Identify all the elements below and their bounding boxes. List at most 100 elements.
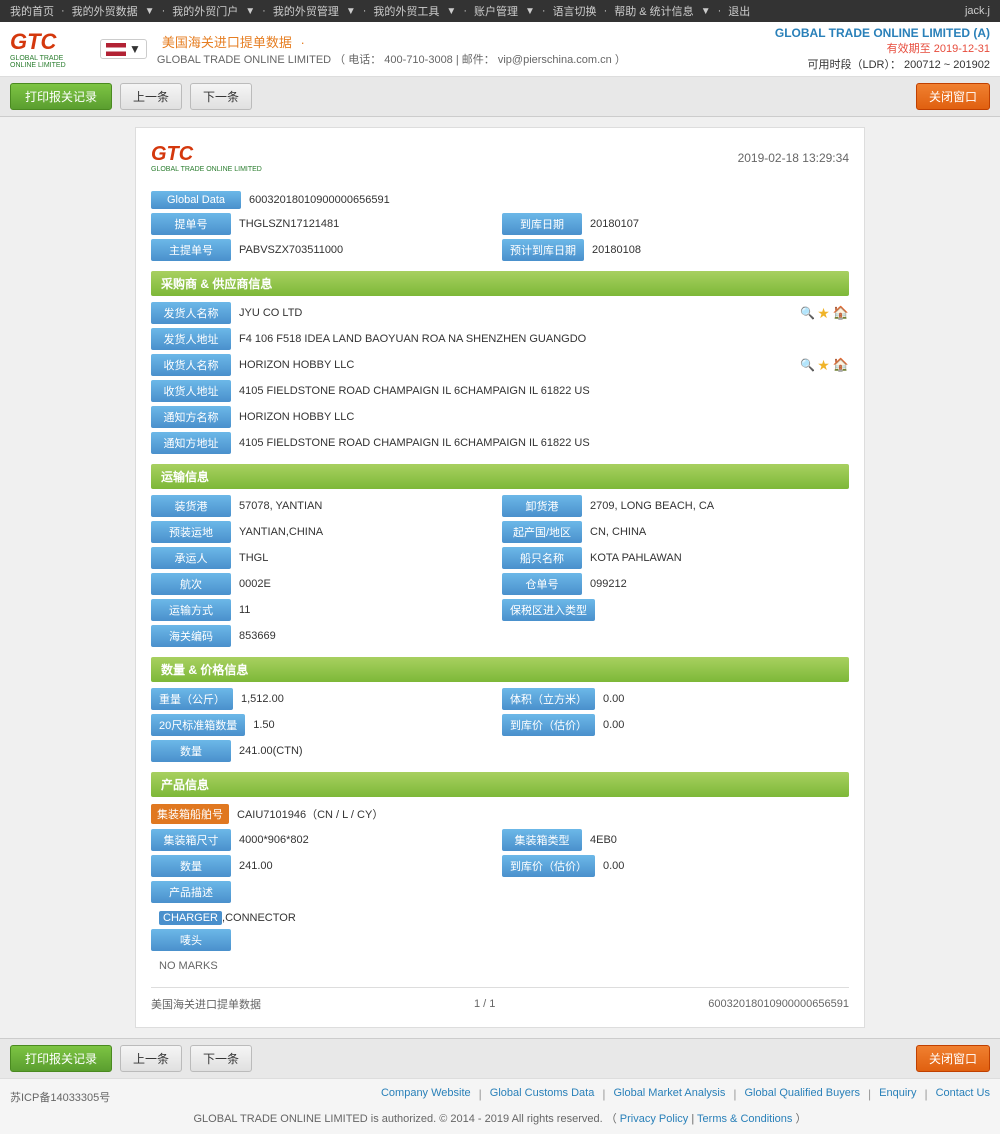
nav-trade-mgmt[interactable]: 我的外贸管理 — [273, 3, 339, 19]
master-bill-value: PABVSZX703511000 — [231, 241, 498, 259]
quantity-value: 241.00(CTN) — [231, 742, 849, 760]
footer-company-website[interactable]: Company Website — [381, 1087, 471, 1101]
language-selector[interactable]: ▼ — [100, 39, 147, 59]
ftz-label: 保税区进入类型 — [502, 599, 595, 621]
shipper-addr-value: F4 106 F518 IDEA LAND BAOYUAN ROA NA SHE… — [231, 330, 849, 348]
container-size-field: 集装箱尺寸 4000*906*802 — [151, 829, 498, 851]
bill-count-label: 仓单号 — [502, 573, 582, 595]
close-button[interactable]: 关闭窗口 — [916, 83, 990, 110]
bill-no-label: 提单号 — [151, 213, 231, 235]
bottom-next-button[interactable]: 下一条 — [190, 1045, 252, 1072]
consignee-search-icon[interactable]: 🔍 — [800, 358, 814, 372]
quantity-price-section: 数量 & 价格信息 重量（公斤） 1,512.00 体积（立方米） 0.00 2… — [151, 657, 849, 762]
bill-count-field: 仓单号 099212 — [502, 573, 849, 595]
nav-trade-data[interactable]: 我的外贸数据 — [72, 3, 138, 19]
product-quantity-value: 241.00 — [231, 857, 498, 875]
loading-place-value: YANTIAN,CHINA — [231, 523, 498, 541]
master-bill-label: 主提单号 — [151, 239, 231, 261]
marks-row: 唛头 — [151, 929, 849, 951]
arrival-date-value: 20180107 — [582, 215, 849, 233]
product-highlight-text: CHARGER — [159, 911, 222, 925]
prev-button[interactable]: 上一条 — [120, 83, 182, 110]
container20-label: 20尺标准箱数量 — [151, 714, 245, 736]
card-header: GTC GLOBAL TRADE ONLINE LIMITED 2019-02-… — [151, 143, 849, 181]
bill-count-value: 099212 — [582, 575, 849, 593]
container-type-field: 集装箱类型 4EB0 — [502, 829, 849, 851]
marks-label: 唛头 — [151, 929, 231, 951]
card-footer: 美国海关进口提单数据 1 / 1 60032018010900000656591 — [151, 987, 849, 1012]
nav-home[interactable]: 我的首页 — [10, 3, 54, 19]
nav-trade-portal-arrow: ▼ — [245, 6, 255, 17]
unloading-port-label: 卸货港 — [502, 495, 582, 517]
volume-field: 体积（立方米） 0.00 — [502, 688, 849, 710]
nav-account-arrow: ▼ — [525, 6, 535, 17]
product-price-field: 到库价（估价） 0.00 — [502, 855, 849, 877]
card-logo-sub: GLOBAL TRADE ONLINE LIMITED — [151, 166, 262, 173]
footer-customs-data[interactable]: Global Customs Data — [490, 1087, 595, 1101]
star-icon[interactable]: ★ — [817, 305, 830, 322]
user-name[interactable]: jack.j — [965, 5, 990, 17]
product-price-value: 0.00 — [595, 857, 849, 875]
nav-language[interactable]: 语言切换 — [553, 3, 597, 19]
product-section: 产品信息 集装箱船舶号 CAIU7101946（CN / L / CY） 集装箱… — [151, 772, 849, 977]
nav-account[interactable]: 账户管理 — [474, 3, 518, 19]
header-left-section: GTC GLOBAL TRADE ONLINE LIMITED ▼ 美国海关进口… — [10, 29, 626, 69]
container-price-row: 20尺标准箱数量 1.50 到库价（估价） 0.00 — [151, 714, 849, 736]
origin-label: 起产国/地区 — [502, 521, 582, 543]
main-content: GTC GLOBAL TRADE ONLINE LIMITED 2019-02-… — [0, 117, 1000, 1038]
nav-trade-tools[interactable]: 我的外贸工具 — [373, 3, 439, 19]
notify-name-value: HORIZON HOBBY LLC — [231, 408, 849, 426]
description-box: CHARGER,CONNECTOR — [151, 907, 849, 929]
header-contact-info: GLOBAL TRADE ONLINE LIMITED （ 电话： 400-71… — [157, 51, 626, 67]
card-footer-record-id: 60032018010900000656591 — [708, 998, 849, 1010]
footer-terms[interactable]: Terms & Conditions — [697, 1113, 792, 1125]
nav-help[interactable]: 帮助 & 统计信息 — [614, 3, 693, 19]
vessel-field: 船只名称 KOTA PAHLAWAN — [502, 547, 849, 569]
footer-enquiry[interactable]: Enquiry — [879, 1087, 916, 1101]
footer-contact-us[interactable]: Contact Us — [936, 1087, 990, 1101]
origin-field: 起产国/地区 CN, CHINA — [502, 521, 849, 543]
validity-info: 有效期至 2019-12-31 — [775, 40, 990, 56]
shipper-name-value: JYU CO LTD — [231, 304, 795, 322]
footer-market-analysis[interactable]: Global Market Analysis — [613, 1087, 725, 1101]
weight-label: 重量（公斤） — [151, 688, 233, 710]
ports-row: 装货港 57078, YANTIAN 卸货港 2709, LONG BEACH,… — [151, 495, 849, 517]
transport-mode-label: 运输方式 — [151, 599, 231, 621]
search-icon[interactable]: 🔍 — [800, 306, 814, 320]
nav-trade-portal[interactable]: 我的外贸门户 — [172, 3, 238, 19]
document-card: GTC GLOBAL TRADE ONLINE LIMITED 2019-02-… — [135, 127, 865, 1028]
consignee-home-icon[interactable]: 🏠 — [833, 357, 849, 373]
bottom-close-button[interactable]: 关闭窗口 — [916, 1045, 990, 1072]
nav-logout[interactable]: 退出 — [728, 3, 750, 19]
page-header: GTC GLOBAL TRADE ONLINE LIMITED ▼ 美国海关进口… — [0, 22, 1000, 77]
marks-value: NO MARKS — [151, 955, 849, 977]
bottom-prev-button[interactable]: 上一条 — [120, 1045, 182, 1072]
container-no-value: CAIU7101946（CN / L / CY） — [229, 803, 849, 825]
nav-trade-mgmt-arrow: ▼ — [346, 6, 356, 17]
home-icon[interactable]: 🏠 — [833, 305, 849, 321]
top-toolbar: 打印报关记录 上一条 下一条 关闭窗口 — [0, 77, 1000, 117]
bottom-print-button[interactable]: 打印报关记录 — [10, 1045, 112, 1072]
price-value: 0.00 — [595, 716, 849, 734]
page-footer: 苏ICP备14033305号 Company Website | Global … — [0, 1078, 1000, 1134]
est-arrival-field: 预计到库日期 20180108 — [502, 239, 849, 261]
transport-ftz-row: 运输方式 11 保税区进入类型 — [151, 599, 849, 621]
global-data-label: Global Data — [151, 191, 241, 209]
est-arrival-label: 预计到库日期 — [502, 239, 584, 261]
product-header: 产品信息 — [151, 772, 849, 797]
footer-privacy-policy[interactable]: Privacy Policy — [620, 1113, 688, 1125]
origin-value: CN, CHINA — [582, 523, 849, 541]
nav-trade-data-arrow: ▼ — [145, 6, 155, 17]
consignee-star-icon[interactable]: ★ — [817, 357, 830, 374]
loading-place-field: 预装运地 YANTIAN,CHINA — [151, 521, 498, 543]
bill-row: 提单号 THGLSZN17121481 到库日期 20180107 — [151, 213, 849, 235]
next-button[interactable]: 下一条 — [190, 83, 252, 110]
notify-addr-label: 通知方地址 — [151, 432, 231, 454]
volume-label: 体积（立方米） — [502, 688, 595, 710]
master-bill-field: 主提单号 PABVSZX703511000 — [151, 239, 498, 261]
voyage-label: 航次 — [151, 573, 231, 595]
footer-qualified-buyers[interactable]: Global Qualified Buyers — [744, 1087, 860, 1101]
shipper-addr-row: 发货人地址 F4 106 F518 IDEA LAND BAOYUAN ROA … — [151, 328, 849, 350]
shipper-name-row: 发货人名称 JYU CO LTD 🔍 ★ 🏠 — [151, 302, 849, 324]
print-button[interactable]: 打印报关记录 — [10, 83, 112, 110]
